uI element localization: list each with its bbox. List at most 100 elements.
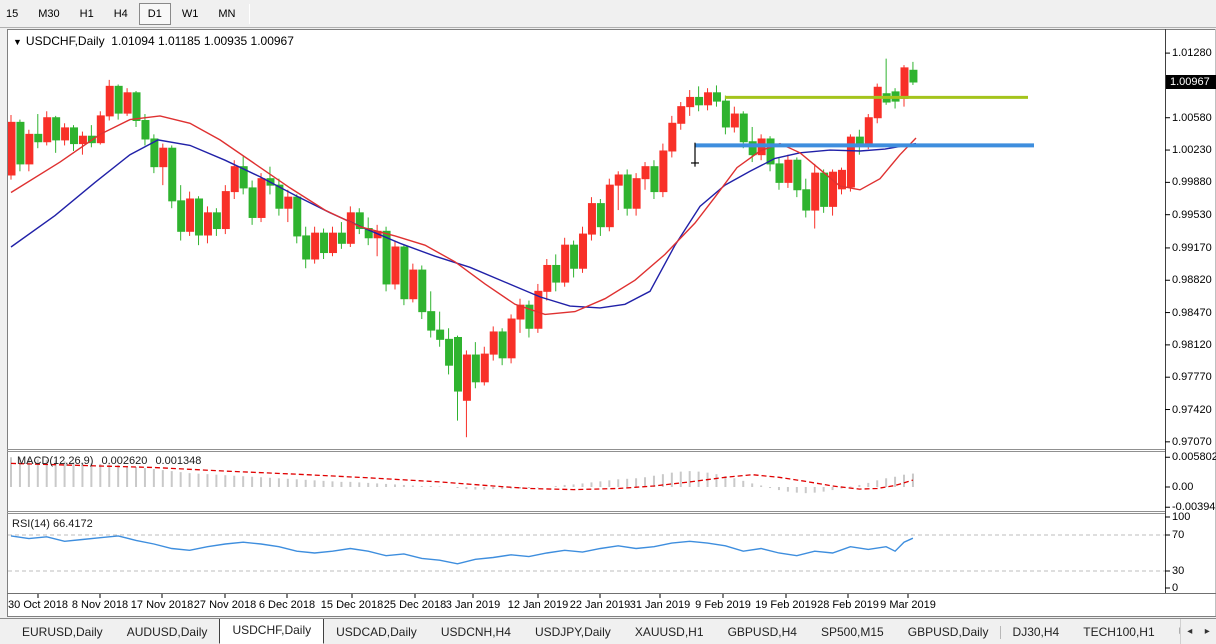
rsi-label-row: RSI(14) 66.4172 [12,518,93,530]
tab-USDCHF-Daily[interactable]: USDCHF,Daily [219,618,324,644]
candle-bull [669,123,676,151]
chart-ohlc-values: 1.01094 1.01185 1.00935 1.00967 [111,34,294,48]
tab-scroll-left-icon[interactable]: ◂ [1187,626,1192,637]
candle-bear [169,148,176,201]
price-axis-label: 0.98470 [1172,307,1212,319]
tab-scroll-arrows: ◂ ▸ [1180,619,1216,644]
candle-bull [106,86,113,116]
candle-bull [812,173,819,210]
chart-symbol-label: USDCHF,Daily [26,34,105,48]
candle-bull [633,179,640,209]
tab-GBPUSD-Daily[interactable]: GBPUSD,Daily [896,621,1001,644]
rsi-axis-label: 100 [1172,511,1190,523]
rsi-value: 66.4172 [53,518,93,530]
macd-main-value: 0.002620 [101,455,147,467]
date-axis-label: 28 Feb 2019 [817,599,879,611]
candle-bear [142,121,149,139]
tab-USDJPY-Daily[interactable]: USDJPY,Daily [523,621,623,644]
timeframe-button-H1[interactable]: H1 [71,3,103,25]
macd-label: MACD(12,26,9) [17,455,93,467]
price-axis-label: 1.01280 [1172,47,1212,59]
candle-bear [71,128,78,144]
price-axis-label: 1.00230 [1172,144,1212,156]
tab-scroll-right-icon[interactable]: ▸ [1205,626,1210,637]
candle-bear [338,233,345,243]
date-axis-label: 15 Dec 2018 [321,599,383,611]
candle-bear [53,118,60,140]
candle-bull [678,107,685,124]
macd-axis-label: 0.005802 [1172,451,1216,463]
date-axis-label: 22 Jan 2019 [570,599,631,611]
date-axis-label: 9 Feb 2019 [695,599,751,611]
candle-bear [794,160,801,190]
timeframe-button-MN[interactable]: MN [209,3,244,25]
candle-bear [910,70,917,82]
macd-axis-label: 0.00 [1172,481,1193,493]
candle-bull [562,245,569,282]
timeframe-button-W1[interactable]: W1 [173,3,208,25]
price-axis-label: 1.00580 [1172,112,1212,124]
timeframe-button-D1[interactable]: D1 [139,3,171,25]
date-axis-label: 6 Dec 2018 [259,599,315,611]
rsi-axis-label: 30 [1172,565,1184,577]
current-price-box: 1.00967 [1166,75,1216,89]
chart-title: ▼ USDCHF,Daily 1.01094 1.01185 1.00935 1.… [13,34,294,48]
price-axis-label: 0.97770 [1172,371,1212,383]
rsi-axis-label: 0 [1172,582,1178,594]
candle-bull [347,213,354,243]
candle-bull [258,179,265,218]
candle-bear [776,164,783,182]
chart-background [7,29,1216,617]
rsi-label: RSI(14) [12,518,50,530]
date-axis-label: 19 Feb 2019 [755,599,817,611]
candle-bull [588,204,595,234]
chart-window[interactable]: ▼ USDCHF,Daily 1.01094 1.01185 1.00935 1.… [7,29,1216,617]
chart-canvas[interactable] [7,29,1216,617]
tab-GBPUSD-H4[interactable]: GBPUSD,H4 [716,621,809,644]
candle-bear [133,93,140,121]
tab-EURUSD-Daily[interactable]: EURUSD,Daily [10,621,115,644]
macd-label-row: MACD(12,26,9) 0.002620 0.001348 [12,455,201,467]
tab-USDCNH-H4[interactable]: USDCNH,H4 [429,621,523,644]
date-axis-label: 3 Jan 2019 [446,599,500,611]
candle-bear [213,213,220,229]
candle-bull [79,136,86,143]
tab-DJ30-H4[interactable]: DJ30,H4 [1001,621,1072,644]
price-axis-label: 0.98820 [1172,274,1212,286]
candle-bull [231,167,238,192]
candle-bull [705,93,712,105]
candle-bear [651,167,658,192]
candle-bull [606,185,613,227]
price-axis-label: 0.97070 [1172,436,1212,448]
tab-TECH100-H1[interactable]: TECH100,H1 [1071,621,1166,644]
candle-bear [722,101,729,127]
candle-bear [401,247,408,299]
candle-bull [124,93,131,113]
date-axis-label: 9 Mar 2019 [880,599,936,611]
candle-bear [115,86,122,113]
date-axis-label: 31 Jan 2019 [630,599,691,611]
candle-bull [312,233,319,259]
tab-XAUUSD-H1[interactable]: XAUUSD,H1 [623,621,716,644]
candle-bear [803,190,810,210]
timeframe-button-H4[interactable]: H4 [105,3,137,25]
candle-bear [571,245,578,268]
timeframe-button-M30[interactable]: M30 [29,3,68,25]
candle-bear [624,175,631,208]
chart-tab-bar: EURUSD,DailyAUDUSD,DailyUSDCHF,DailyUSDC… [0,618,1216,644]
chart-dropdown-icon[interactable]: ▼ [13,37,22,47]
timeframe-button-15[interactable]: 15 [3,3,27,25]
candle-bear [446,339,453,365]
tab-USDCAD-Daily[interactable]: USDCAD,Daily [324,621,429,644]
candle-bear [196,199,203,235]
candle-bull [660,151,667,192]
candle-bull [160,148,167,166]
candle-bear [419,270,426,312]
date-axis-label: 27 Nov 2018 [194,599,256,611]
candle-bull [392,247,399,284]
candle-bull [687,97,694,106]
tab-SP500-M15[interactable]: SP500,M15 [809,621,896,644]
tab-AUDUSD-Daily[interactable]: AUDUSD,Daily [115,621,220,644]
candle-bear [740,114,747,142]
candle-bull [26,134,33,164]
